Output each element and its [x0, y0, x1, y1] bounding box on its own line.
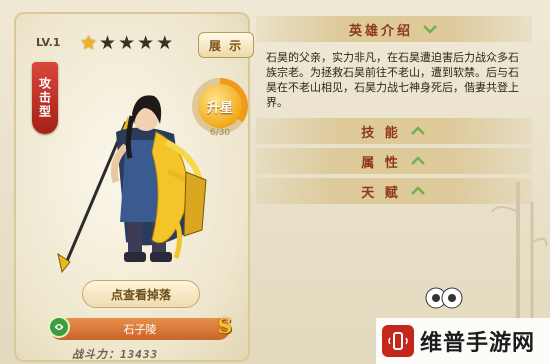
- site-watermark: 维普手游网: [376, 318, 550, 364]
- upgrade-star-ring[interactable]: 升星: [192, 78, 248, 134]
- hero-intro-label: 英雄介绍: [348, 23, 413, 39]
- skills-header[interactable]: 技 能: [256, 118, 532, 144]
- hero-intro-text: 石昊的父亲，实力非凡，在石昊遭迫害后力战众多石族宗老。为拯救石昊前往不老山，遭到…: [266, 51, 519, 109]
- chevron-up-icon: [409, 125, 427, 137]
- hero-level: LV.1: [36, 36, 61, 49]
- watermark-brand: 维普手游网: [420, 331, 536, 356]
- view-drops-button[interactable]: 点查看掉落: [82, 280, 200, 308]
- combat-power: 战斗力：13433: [72, 348, 159, 361]
- talent-header[interactable]: 天 赋: [256, 178, 532, 204]
- chevron-down-icon: [421, 23, 439, 35]
- chevron-up-icon: [409, 155, 427, 167]
- chevron-up-icon: [409, 185, 427, 197]
- star-icon: ★: [99, 32, 117, 54]
- upgrade-star-button[interactable]: 升星: [198, 84, 242, 128]
- upgrade-progress: 6/30: [209, 128, 231, 138]
- talent-label: 天 赋: [361, 185, 401, 201]
- faction-icon: [48, 316, 70, 338]
- hero-name-bar: 石子陵: [50, 318, 230, 340]
- star-icon: ★: [156, 32, 174, 54]
- skills-label: 技 能: [361, 125, 401, 141]
- hero-intro-header[interactable]: 英雄介绍: [256, 16, 532, 42]
- star-rating: ★ ★ ★ ★ ★: [80, 34, 173, 53]
- phone-logo-icon: [382, 325, 414, 357]
- rank-badge: S: [217, 314, 233, 338]
- panda-mascot-icon: [425, 287, 463, 309]
- star-icon: ★: [137, 32, 155, 54]
- hero-info-panel: 英雄介绍 石昊的父亲，实力非凡，在石昊遭迫害后力战众多石族宗老。为拯救石昊前往不…: [256, 16, 548, 362]
- star-icon: ★: [80, 32, 98, 54]
- hero-name: 石子陵: [123, 323, 157, 336]
- show-button[interactable]: 展 示: [198, 32, 254, 58]
- star-icon: ★: [118, 32, 136, 54]
- hero-card: LV.1 ★ ★ ★ ★ ★ 展 示 攻击型 升星 6/30 点查看掉落 石子陵…: [14, 12, 254, 362]
- attributes-label: 属 性: [361, 155, 401, 171]
- hero-type-tag: 攻击型: [32, 62, 58, 134]
- hero-detail-screen: LV.1 ★ ★ ★ ★ ★ 展 示 攻击型 升星 6/30 点查看掉落 石子陵…: [0, 0, 550, 364]
- attributes-header[interactable]: 属 性: [256, 148, 532, 174]
